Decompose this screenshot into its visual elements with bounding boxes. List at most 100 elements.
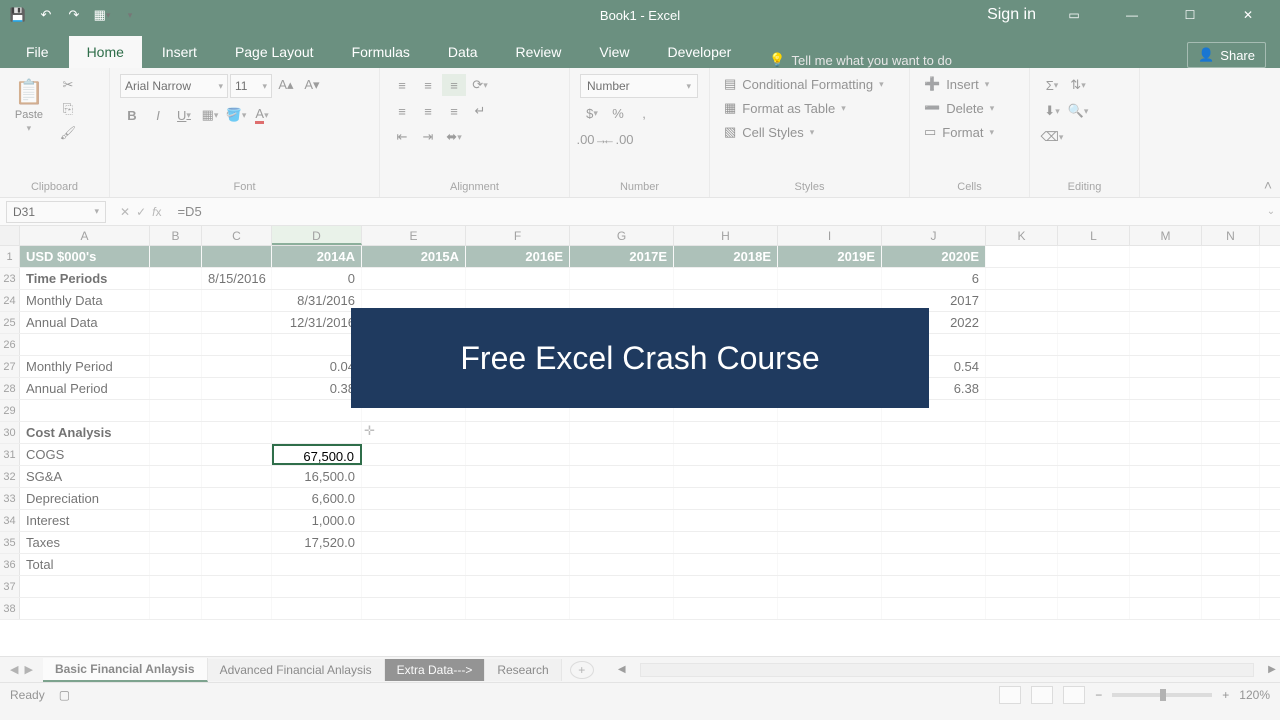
hscroll-right-icon[interactable]: ▶ <box>1264 664 1280 675</box>
row-header[interactable]: 26 <box>0 334 20 355</box>
cell[interactable] <box>202 554 272 575</box>
cell[interactable] <box>20 334 150 355</box>
cell[interactable]: Time Periods <box>20 268 150 289</box>
borders-icon[interactable]: ▦▾ <box>198 104 222 126</box>
find-icon[interactable]: 🔍▾ <box>1066 100 1090 122</box>
cell[interactable] <box>882 554 986 575</box>
sheet-tab[interactable]: Extra Data---> <box>385 659 486 681</box>
cell[interactable] <box>570 488 674 509</box>
col-header[interactable]: A <box>20 226 150 245</box>
format-as-table-button[interactable]: ▦ Format as Table ▾ <box>720 98 850 118</box>
cell[interactable] <box>674 576 778 597</box>
wrap-text-icon[interactable]: ↵ <box>468 100 492 122</box>
col-header[interactable]: N <box>1202 226 1260 245</box>
cell[interactable] <box>778 510 882 531</box>
cell[interactable]: Cost Analysis <box>20 422 150 443</box>
cell[interactable] <box>1202 422 1260 443</box>
cell[interactable] <box>1202 312 1260 333</box>
cell[interactable] <box>882 466 986 487</box>
cell[interactable]: Annual Period <box>20 378 150 399</box>
cell[interactable] <box>778 576 882 597</box>
cell[interactable] <box>570 576 674 597</box>
cell[interactable]: 16,500.0 <box>272 466 362 487</box>
cell[interactable]: Interest <box>20 510 150 531</box>
row-header[interactable]: 37 <box>0 576 20 597</box>
cell[interactable] <box>1058 378 1130 399</box>
cell[interactable] <box>1202 444 1260 465</box>
cell[interactable] <box>150 576 202 597</box>
cell[interactable] <box>362 576 466 597</box>
col-header[interactable]: B <box>150 226 202 245</box>
row-header[interactable]: 28 <box>0 378 20 399</box>
ribbon-display-icon[interactable]: ▭ <box>1054 1 1094 29</box>
cell[interactable] <box>1130 290 1202 311</box>
cell[interactable] <box>1202 598 1260 619</box>
cell[interactable] <box>986 576 1058 597</box>
cell[interactable] <box>150 378 202 399</box>
cell[interactable]: 0.38 <box>272 378 362 399</box>
cell[interactable] <box>986 488 1058 509</box>
cell[interactable] <box>202 510 272 531</box>
align-top-icon[interactable]: ≡ <box>390 74 414 96</box>
cell[interactable] <box>202 312 272 333</box>
cell[interactable] <box>674 554 778 575</box>
qat-borders-icon[interactable]: ▦▾ <box>94 7 110 23</box>
cell[interactable] <box>466 444 570 465</box>
cell[interactable] <box>150 488 202 509</box>
zoom-thumb[interactable] <box>1160 689 1166 701</box>
cell[interactable] <box>1202 510 1260 531</box>
cell[interactable] <box>986 312 1058 333</box>
cell[interactable] <box>1202 488 1260 509</box>
fx-icon[interactable]: fx <box>152 205 161 219</box>
zoom-out-icon[interactable]: − <box>1095 688 1102 702</box>
tab-developer[interactable]: Developer <box>650 36 750 68</box>
row-header[interactable]: 34 <box>0 510 20 531</box>
row-header[interactable]: 23 <box>0 268 20 289</box>
save-icon[interactable]: 💾 <box>10 7 26 23</box>
row-header[interactable]: 24 <box>0 290 20 311</box>
cell[interactable]: USD $000's <box>20 246 150 267</box>
cell[interactable] <box>986 598 1058 619</box>
cell[interactable] <box>1130 466 1202 487</box>
cell[interactable] <box>1202 532 1260 553</box>
currency-icon[interactable]: $▾ <box>580 102 604 124</box>
font-color-icon[interactable]: A▾ <box>250 104 274 126</box>
cell[interactable] <box>272 400 362 421</box>
cell[interactable]: 6,600.0 <box>272 488 362 509</box>
col-header[interactable]: H <box>674 226 778 245</box>
align-right-icon[interactable]: ≡ <box>442 100 466 122</box>
col-header[interactable]: K <box>986 226 1058 245</box>
cell[interactable] <box>1058 268 1130 289</box>
cell[interactable] <box>362 488 466 509</box>
cell[interactable] <box>1058 290 1130 311</box>
cell[interactable] <box>1058 466 1130 487</box>
page-break-view-icon[interactable] <box>1063 686 1085 704</box>
cell[interactable] <box>986 554 1058 575</box>
cut-icon[interactable]: ✂ <box>56 74 80 96</box>
zoom-in-icon[interactable]: + <box>1222 688 1229 702</box>
cell[interactable] <box>150 334 202 355</box>
cell[interactable] <box>986 510 1058 531</box>
cell[interactable] <box>570 554 674 575</box>
orientation-icon[interactable]: ⟳▾ <box>468 74 492 96</box>
font-name-combo[interactable]: Arial Narrow▾ <box>120 74 228 98</box>
cell[interactable] <box>150 268 202 289</box>
sheet-tab[interactable]: Research <box>485 659 561 681</box>
add-sheet-button[interactable]: + <box>570 661 594 679</box>
zoom-slider[interactable] <box>1112 693 1212 697</box>
cell[interactable] <box>1202 246 1260 267</box>
tab-home[interactable]: Home <box>69 36 142 68</box>
cell[interactable] <box>150 532 202 553</box>
cell[interactable]: Annual Data <box>20 312 150 333</box>
cell[interactable] <box>362 510 466 531</box>
row-header[interactable]: 25 <box>0 312 20 333</box>
undo-icon[interactable]: ↶ <box>38 7 54 23</box>
cell[interactable] <box>1202 400 1260 421</box>
cell[interactable] <box>1202 378 1260 399</box>
col-header[interactable]: M <box>1130 226 1202 245</box>
cell[interactable] <box>466 268 570 289</box>
cell[interactable] <box>882 598 986 619</box>
sheet-nav-next-icon[interactable]: ▶ <box>24 663 32 676</box>
cell[interactable]: 1,000.0 <box>272 510 362 531</box>
cell[interactable]: Monthly Data <box>20 290 150 311</box>
